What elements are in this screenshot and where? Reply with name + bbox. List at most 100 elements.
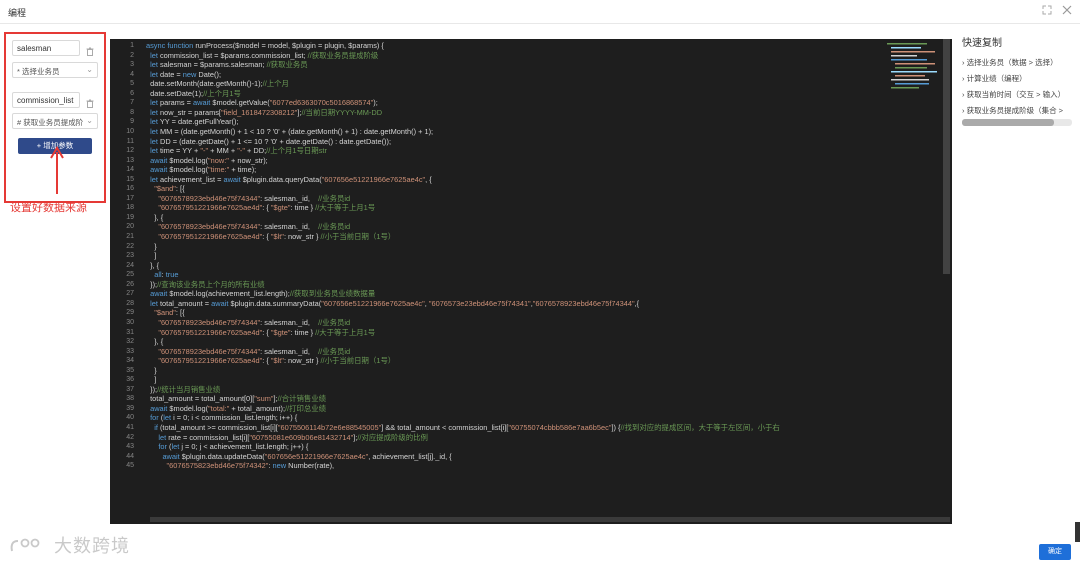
quick-copy-item[interactable]: › 选择业务员（数据 > 选择） bbox=[962, 55, 1080, 71]
code-line[interactable]: "6076578923ebd46e75f74344": salesman._id… bbox=[146, 222, 350, 231]
expand-icon[interactable] bbox=[1042, 5, 1052, 18]
line-number: 45 bbox=[126, 462, 134, 470]
code-line[interactable]: "$and": [{ bbox=[146, 184, 184, 193]
watermark-logo: 大数跨境 bbox=[8, 532, 130, 558]
line-number: 44 bbox=[126, 452, 134, 460]
code-line[interactable]: total_amount = total_amount[0]["sum"];//… bbox=[146, 394, 326, 403]
line-number: 9 bbox=[130, 118, 134, 126]
line-number: 5 bbox=[130, 80, 134, 88]
line-number: 2 bbox=[130, 51, 134, 59]
code-editor[interactable]: 1 2 3 4 5 6 7 8 9 10 11 12 13 14 15 16 17 18 19 20 21 22 23 24 2… bbox=[110, 39, 952, 524]
code-line[interactable]: date.setDate(1);//上个月1号 bbox=[146, 89, 241, 98]
line-number: 22 bbox=[126, 242, 134, 250]
trash-icon[interactable] bbox=[86, 43, 94, 56]
code-line[interactable]: "6076578923ebd46e75f74344": salesman._id… bbox=[146, 347, 350, 356]
line-number: 29 bbox=[126, 309, 134, 317]
code-line[interactable]: "607657951221966e7625ae4d": { "$gte": ti… bbox=[146, 203, 375, 212]
code-line[interactable]: await $model.log(achievement_list.length… bbox=[146, 289, 375, 298]
code-line[interactable]: await $model.log("total:" + total_amount… bbox=[146, 404, 326, 413]
code-line[interactable]: let salesman = $params.salesman; //获取业务员 bbox=[146, 60, 308, 69]
code-line[interactable]: let commission_list = $params.commission… bbox=[146, 51, 378, 60]
code-line[interactable]: for (let i = 0; i < commission_list.leng… bbox=[146, 413, 297, 422]
code-line[interactable]: let MM = (date.getMonth() + 1 < 10 ? '0'… bbox=[146, 127, 433, 136]
code-line[interactable]: let YY = date.getFullYear(); bbox=[146, 117, 238, 126]
annotation-arrow bbox=[50, 146, 64, 194]
line-number: 13 bbox=[126, 156, 134, 164]
param-name-input[interactable]: commission_list bbox=[12, 92, 80, 108]
code-line[interactable]: "6076578923ebd46e75f74344": salesman._id… bbox=[146, 318, 350, 327]
code-line[interactable]: }, { bbox=[146, 261, 159, 270]
line-number: 21 bbox=[126, 233, 134, 240]
line-number: 1 bbox=[130, 42, 134, 49]
quick-copy-item[interactable]: › 获取业务员提成阶级（集合 > bbox=[962, 103, 1080, 119]
code-line[interactable]: await $model.log("time:" + time); bbox=[146, 165, 256, 174]
code-line[interactable]: "607657951221966e7625ae4d": { "$gte": ti… bbox=[146, 328, 375, 337]
quick-copy-item[interactable]: › 计算业绩（编程） bbox=[962, 71, 1080, 87]
code-line[interactable]: let rate = commission_list[i]["60755081e… bbox=[146, 433, 428, 442]
code-line[interactable]: });//统计当月销售业绩 bbox=[146, 385, 220, 394]
vertical-scrollbar[interactable] bbox=[943, 39, 950, 274]
line-number: 30 bbox=[126, 318, 134, 326]
code-line[interactable]: "607657951221966e7625ae4d": { "$lt": now… bbox=[146, 356, 395, 365]
code-line[interactable]: "6076578923ebd46e75f74344": salesman._id… bbox=[146, 194, 350, 203]
param-source-select[interactable]: * 选择业务员 ⌄ bbox=[12, 62, 98, 78]
line-number: 39 bbox=[126, 404, 134, 412]
quick-copy-scrollbar[interactable] bbox=[962, 119, 1072, 126]
line-number-gutter: 1 2 3 4 5 6 7 8 9 10 11 12 13 14 15 16 17 18 19 20 21 22 23 24 2… bbox=[110, 39, 144, 524]
code-line[interactable]: async function runProcess($model = model… bbox=[146, 41, 384, 50]
code-line[interactable]: "6076575823ebd46e75f74342": new Number(r… bbox=[146, 461, 335, 470]
code-line[interactable]: } bbox=[146, 242, 156, 251]
code-line[interactable]: "607657951221966e7625ae4d": { "$lt": now… bbox=[146, 232, 395, 241]
quick-copy-panel: 快速复制 › 选择业务员（数据 > 选择） › 计算业绩（编程） › 获取当前时… bbox=[962, 34, 1080, 126]
line-number: 38 bbox=[126, 395, 134, 403]
param-source-select[interactable]: # 获取业务员提成阶 ⌄ bbox=[12, 113, 98, 129]
code-area[interactable]: async function runProcess($model = model… bbox=[146, 39, 946, 524]
line-number: 16 bbox=[126, 185, 134, 193]
line-number: 26 bbox=[126, 280, 134, 288]
line-number: 40 bbox=[126, 414, 134, 422]
chevron-down-icon: ⌄ bbox=[86, 65, 93, 74]
code-line[interactable]: });//查询该业务员上个月的所有业绩 bbox=[146, 280, 265, 289]
line-number: 7 bbox=[130, 99, 134, 107]
code-line[interactable]: let achievement_list = await $plugin.dat… bbox=[146, 175, 432, 184]
param-name-input[interactable]: salesman bbox=[12, 40, 80, 56]
code-line[interactable]: all: true bbox=[146, 270, 178, 279]
quick-copy-scrollbar-thumb[interactable] bbox=[962, 119, 1055, 126]
code-line[interactable]: let time = YY + "-" + MM + "-" + DD;//上个… bbox=[146, 146, 327, 155]
confirm-button[interactable]: 确定 bbox=[1039, 544, 1071, 560]
code-line[interactable]: "$and": [{ bbox=[146, 308, 184, 317]
line-number: 17 bbox=[126, 194, 134, 202]
line-number: 28 bbox=[126, 299, 134, 307]
code-line[interactable]: } bbox=[146, 366, 156, 375]
code-line[interactable]: }, { bbox=[146, 337, 163, 346]
code-line[interactable]: }, { bbox=[146, 213, 163, 222]
code-line[interactable]: await $plugin.data.updateData("607656e51… bbox=[146, 452, 451, 461]
code-line[interactable]: let total_amount = await $plugin.data.su… bbox=[146, 299, 639, 308]
code-line[interactable]: for (let j = 0; j < achievement_list.len… bbox=[146, 442, 308, 451]
code-line[interactable]: let params = await $model.getValue("6077… bbox=[146, 98, 378, 107]
line-number: 37 bbox=[126, 385, 134, 393]
line-number: 43 bbox=[126, 443, 134, 451]
param-source-value: * 选择业务员 bbox=[17, 67, 60, 76]
line-number: 33 bbox=[126, 347, 134, 355]
code-line[interactable]: if (total_amount >= commission_list[i]["… bbox=[146, 423, 780, 432]
line-number: 19 bbox=[126, 213, 134, 221]
annotation-text: 设置好数据来源 bbox=[10, 202, 87, 214]
close-icon[interactable] bbox=[1062, 5, 1072, 18]
code-line[interactable]: await $model.log("now:" + now_str); bbox=[146, 156, 268, 165]
line-number: 20 bbox=[126, 223, 134, 231]
line-number: 42 bbox=[126, 433, 134, 441]
trash-icon[interactable] bbox=[86, 95, 94, 108]
code-minimap[interactable] bbox=[887, 41, 942, 101]
code-line[interactable]: let date = new Date(); bbox=[146, 70, 221, 79]
horizontal-scrollbar[interactable] bbox=[150, 517, 950, 522]
line-number: 15 bbox=[126, 175, 134, 183]
line-number: 25 bbox=[126, 271, 134, 279]
code-line[interactable]: ] bbox=[146, 251, 156, 260]
code-line[interactable]: date.setMonth(date.getMonth()-1);//上个月 bbox=[146, 79, 289, 88]
code-line[interactable]: ] bbox=[146, 375, 156, 384]
code-line[interactable]: let DD = (date.getDate() + 1 <= 10 ? '0'… bbox=[146, 137, 391, 146]
code-line[interactable]: let now_str = params["field_161847230821… bbox=[146, 108, 382, 117]
quick-copy-item[interactable]: › 获取当前时间（交互 > 输入） bbox=[962, 87, 1080, 103]
line-number: 36 bbox=[126, 376, 134, 384]
